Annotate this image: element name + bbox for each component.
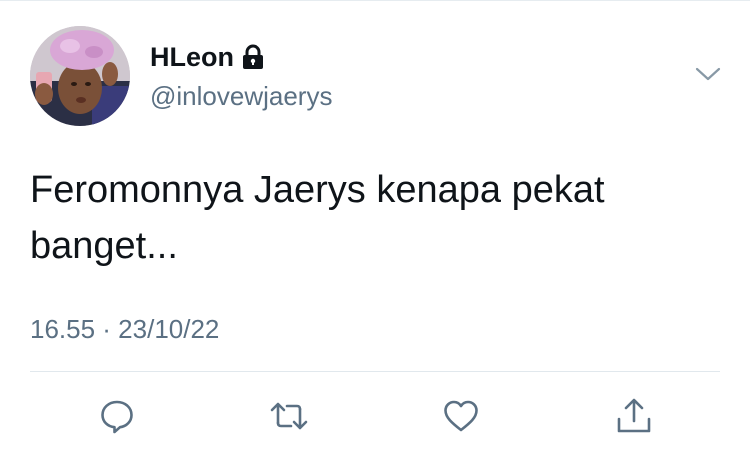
share-icon	[615, 397, 653, 435]
display-name-text: HLeon	[150, 42, 234, 72]
top-border	[0, 0, 750, 1]
divider	[30, 371, 720, 372]
share-button[interactable]	[614, 396, 654, 436]
reply-button[interactable]	[97, 396, 137, 436]
reply-icon	[98, 397, 136, 435]
lock-icon	[242, 44, 264, 70]
user-handle[interactable]: @inlovewjaerys	[150, 80, 332, 112]
heart-icon	[442, 398, 480, 434]
retweet-icon	[269, 397, 309, 435]
retweet-button[interactable]	[269, 396, 309, 436]
like-button[interactable]	[441, 396, 481, 436]
chevron-down-icon[interactable]	[694, 64, 722, 84]
timestamp[interactable]: 16.55 · 23/10/22	[30, 312, 219, 346]
display-name[interactable]: HLeon	[150, 40, 264, 74]
avatar[interactable]	[30, 26, 130, 126]
tweet-text: Feromonnya Jaerys kenapa pekat banget...	[30, 169, 605, 267]
